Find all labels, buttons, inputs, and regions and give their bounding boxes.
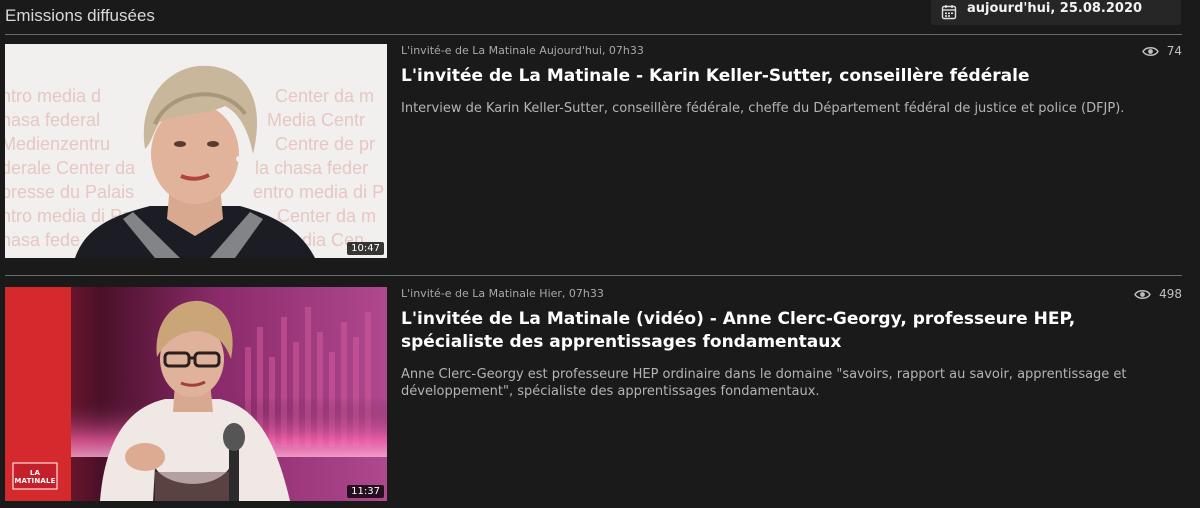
episode-description: Interview de Karin Keller-Sutter, consei…	[401, 101, 1125, 116]
episode-title[interactable]: L'invitée de La Matinale - Karin Keller-…	[401, 65, 1141, 88]
svg-text:hasa fede: hasa fede	[5, 230, 80, 250]
eye-icon	[1134, 289, 1151, 299]
view-count-value: 498	[1159, 287, 1182, 301]
duration-badge: 10:47	[347, 242, 384, 255]
episode-meta: L'invité-e de La Matinale Aujourd'hui, 0…	[401, 44, 644, 57]
eye-icon	[1141, 46, 1159, 56]
la-matinale-logo: LA MATINALE	[14, 469, 56, 485]
svg-text:Media Centr: Media Centr	[267, 110, 365, 130]
episode-thumbnail[interactable]: LA MATINALE 11:37	[5, 287, 387, 501]
view-count: 498	[1134, 287, 1182, 301]
press-conference-image: ntro media d Center da m hasa federal Medi…	[5, 44, 387, 258]
divider	[5, 275, 1182, 276]
section-title: Emissions diffusées	[5, 6, 155, 25]
episode-item[interactable]: LA MATINALE 11:37 L'invité-e de La Matin…	[5, 287, 1182, 501]
date-picker[interactable]: aujourd'hui, 25.08.2020	[931, 0, 1181, 25]
svg-text:Medienzentru: Medienzentru	[5, 134, 110, 154]
svg-text:Center da m: Center da m	[275, 86, 374, 106]
svg-text:presse du Palais: presse du Palais	[5, 182, 134, 202]
svg-text:ntro media d: ntro media d	[5, 86, 101, 106]
date-label: aujourd'hui, 25.08.2020	[967, 1, 1143, 16]
view-count-value: 74	[1166, 44, 1182, 58]
episode-description: Anne Clerc-Georgy est professeure HEP or…	[401, 367, 1127, 399]
page-header: Emissions diffusées aujourd'hui, 25.08.2…	[0, 0, 1200, 34]
divider	[5, 34, 1182, 35]
studio-guest-image	[5, 287, 387, 501]
duration-badge: 11:37	[347, 485, 384, 498]
svg-text:hasa federal: hasa federal	[5, 110, 100, 130]
view-count: 74	[1141, 44, 1182, 58]
svg-text:Center da m: Center da m	[277, 206, 376, 226]
svg-text:entro media di P: entro media di P	[253, 182, 384, 202]
episode-item[interactable]: ntro media d Center da m hasa federal Medi…	[5, 44, 1182, 260]
episode-thumbnail[interactable]: ntro media d Center da m hasa federal Medi…	[5, 44, 387, 258]
svg-text:la chasa feder: la chasa feder	[255, 158, 368, 178]
calendar-icon	[941, 5, 957, 20]
episode-title[interactable]: L'invitée de La Matinale (vidéo) - Anne …	[401, 308, 1141, 354]
episode-meta: L'invité-e de La Matinale Hier, 07h33	[401, 287, 604, 300]
svg-text:derale Center da: derale Center da	[5, 158, 136, 178]
svg-text:Centre de pr: Centre de pr	[275, 134, 375, 154]
